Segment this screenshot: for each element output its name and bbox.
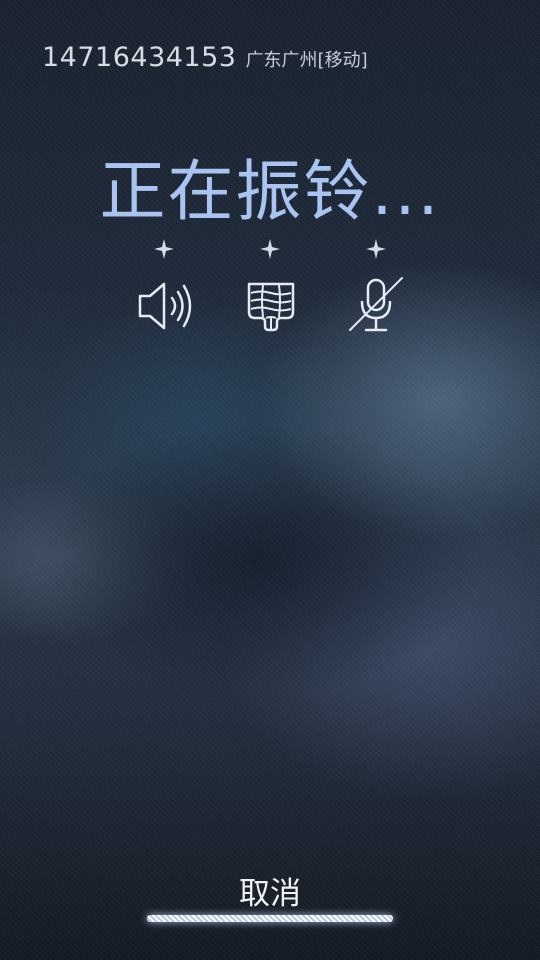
mic-off-icon [349, 277, 403, 332]
cancel-label: 取消 [239, 876, 301, 912]
sparkle-icon [154, 239, 174, 259]
caller-info: 14716434153 广东广州[移动] [42, 42, 368, 73]
speaker-button[interactable] [134, 274, 198, 338]
speaker-icon [138, 282, 192, 330]
cancel-underline [147, 915, 393, 922]
cancel-button[interactable]: 取消 [145, 864, 395, 934]
call-status: 正在振铃... [99, 153, 441, 230]
caller-number: 14716434153 [42, 42, 237, 73]
sparkle-icon [260, 239, 280, 259]
mute-button[interactable] [344, 274, 408, 338]
caller-location: 广东广州[移动] [245, 50, 368, 71]
in-call-screen: 14716434153 广东广州[移动] 正在振铃... 取消 [0, 0, 540, 960]
sparkle-icon [366, 239, 386, 259]
dialpad-icon [247, 282, 295, 332]
dialpad-button[interactable] [239, 274, 303, 338]
